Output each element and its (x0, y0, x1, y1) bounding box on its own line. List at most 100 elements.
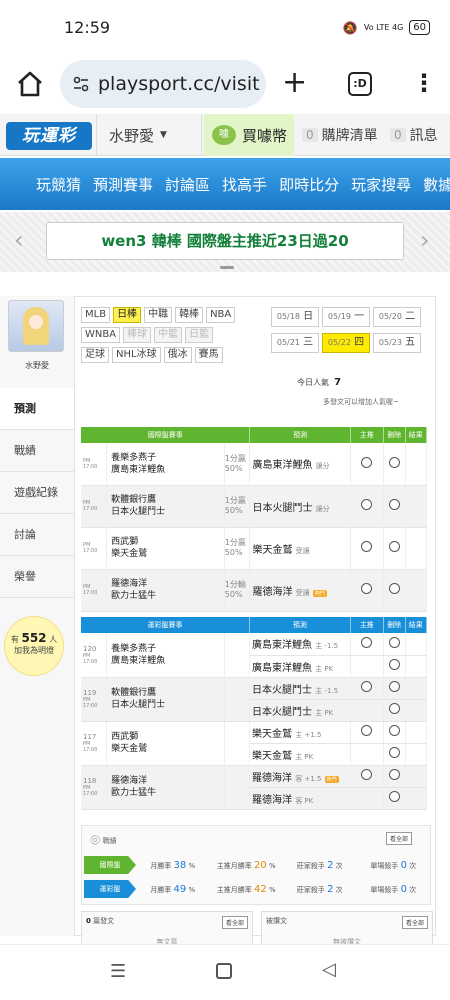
date-option[interactable]: 05/23 五 (373, 333, 421, 353)
site-logo[interactable]: 玩運彩 (6, 122, 92, 150)
home-nav-icon[interactable] (216, 963, 232, 979)
odds: 1分贏 50% (224, 443, 251, 486)
stat-cell: 莊家殺手 2 次 (296, 883, 343, 895)
result-cell (405, 527, 428, 570)
nav-item[interactable]: 數據 (423, 174, 450, 195)
game-time: 118 PM 17:00 (81, 765, 108, 810)
nav-item[interactable]: 討論區 (165, 174, 210, 195)
sidebar-item-predict[interactable]: 預測 (0, 388, 76, 430)
card-more-button[interactable]: 看全部 (401, 916, 428, 929)
date-option[interactable]: 05/20 二 (373, 307, 421, 327)
radio-button[interactable] (361, 636, 373, 648)
league-option[interactable]: 中職 (144, 307, 173, 323)
date-option[interactable]: 05/18 日 (271, 307, 319, 327)
new-tab-icon[interactable]: + (282, 68, 307, 98)
nav-item[interactable]: 預測賽事 (93, 174, 153, 195)
stats-badge: 運彩盤 (84, 880, 136, 898)
radio-button[interactable] (388, 583, 400, 594)
sidebar-item-record[interactable]: 戰績 (0, 430, 74, 472)
matchup: 軟體銀行鷹 日本火腿鬥士 (106, 485, 225, 528)
league-option[interactable]: NHL冰球 (112, 347, 161, 363)
url-text: playsport.cc/visit (98, 73, 260, 95)
radio-button[interactable] (361, 499, 373, 510)
cart-button[interactable]: 0 購牌清單 (296, 114, 384, 156)
matchup: 軟體銀行鷹 日本火腿鬥士 (106, 677, 225, 722)
date-option[interactable]: 05/19 一 (322, 307, 370, 327)
table-row: PM 17:00 軟體銀行鷹 日本火腿鬥士 1分贏 50% 日本火腿鬥士 讓分 (81, 485, 428, 528)
avatar[interactable] (8, 300, 64, 352)
league-option[interactable]: 足球 (81, 347, 109, 363)
radio-button[interactable] (388, 499, 400, 510)
matchup: 西武獅 樂天金鷲 (106, 527, 225, 570)
radio-button[interactable] (388, 681, 400, 692)
tab-switcher-icon[interactable]: :D (348, 72, 372, 96)
odds: 1分輸 50% (224, 569, 251, 612)
stat-cell: 單場殺手 0 次 (370, 883, 417, 895)
date-option[interactable]: 05/22 四 (322, 333, 370, 353)
announcement-text[interactable]: wen3 韓棒 國際盤主推近23日過20 (46, 222, 404, 260)
home-icon[interactable] (14, 68, 46, 100)
league-option[interactable]: 俄冰 (163, 347, 192, 363)
radio-button[interactable] (361, 583, 373, 594)
table-header: 結果 (405, 427, 428, 443)
chevron-right-icon[interactable]: › (420, 226, 430, 254)
radio-button[interactable] (388, 703, 400, 714)
nav-item[interactable]: 找高手 (222, 174, 267, 195)
radio-button[interactable] (388, 725, 400, 736)
league-option[interactable]: MLB (81, 307, 111, 323)
stat-cell: 月勝率 38 % (150, 859, 196, 871)
radio-button[interactable] (388, 636, 400, 648)
radio-button[interactable] (388, 659, 400, 670)
radio-button[interactable] (361, 456, 373, 468)
recent-apps-icon[interactable]: ☰ (110, 961, 126, 982)
table-header: 主推 (350, 427, 384, 443)
popularity-hint: 多發文可以增加人氣喔~ (323, 398, 399, 406)
stats-icon: ◎ (90, 832, 101, 846)
stat-cell: 月勝率 49 % (150, 883, 196, 895)
league-option[interactable]: 日棒 (113, 307, 142, 323)
league-option[interactable]: NBA (206, 307, 236, 323)
table-header: 主推 (350, 617, 384, 633)
hot-badge: 熱門 (324, 775, 339, 783)
site-settings-icon[interactable] (72, 75, 90, 93)
radio-button[interactable] (361, 541, 373, 552)
messages-button[interactable]: 0 訊息 (384, 114, 450, 156)
radio-button[interactable] (361, 681, 373, 692)
league-option[interactable]: 賽馬 (194, 347, 223, 363)
table-row: 120 PM 17:00 養樂多燕子 廣島東洋鯉魚 廣島東洋鯉魚 主 -1.5 (81, 633, 427, 678)
league-option[interactable]: WNBA (81, 327, 121, 343)
message-count: 0 (390, 128, 406, 142)
radio-button[interactable] (361, 769, 373, 780)
radio-button[interactable] (388, 769, 400, 780)
user-dropdown[interactable]: 水野愛 ▼ (96, 114, 202, 156)
date-option[interactable]: 05/21 三 (271, 333, 319, 353)
profile-sidebar: 水野愛 預測 戰績 遊戲紀錄 討論 榮譽 有 552 人 加我為明燈 (0, 296, 76, 936)
follow-bulb[interactable]: 有 552 人 加我為明燈 (4, 616, 64, 676)
sidebar-item-discuss[interactable]: 討論 (0, 514, 74, 556)
matchup: 西武獅 樂天金鷲 (106, 721, 225, 766)
nav-item[interactable]: 玩競猜 (36, 174, 81, 195)
menu-icon[interactable]: ⋮ (412, 70, 436, 96)
card-more-button[interactable]: 看全部 (221, 916, 248, 929)
radio-button[interactable] (361, 725, 373, 736)
stats-more-button[interactable]: 看全部 (386, 832, 413, 845)
stats-badge: 國際盤 (84, 856, 136, 874)
nav-item[interactable]: 玩家搜尋 (351, 174, 411, 195)
url-bar[interactable]: playsport.cc/visit (60, 60, 266, 108)
league-option[interactable]: 韓棒 (175, 307, 204, 323)
back-icon[interactable]: ◁ (322, 959, 336, 980)
cart-count: 0 (302, 128, 318, 142)
prediction: 樂天金鷲 主 PK (249, 743, 351, 766)
radio-button[interactable] (388, 747, 400, 758)
popularity: 今日人氣 7 (297, 377, 342, 388)
sidebar-item-honor[interactable]: 榮譽 (0, 556, 74, 598)
radio-button[interactable] (388, 541, 400, 552)
radio-button[interactable] (388, 456, 400, 468)
chevron-left-icon[interactable]: ‹ (14, 226, 24, 254)
stats-row: 運彩盤 月勝率 49 % 主推月勝率 42 % 莊家殺手 2 次 單場殺手 0 次 (84, 880, 430, 898)
sidebar-item-game-log[interactable]: 遊戲紀錄 (0, 472, 74, 514)
radio-button[interactable] (388, 791, 400, 802)
table-header: 國際盤賽事 (81, 427, 251, 443)
buy-coins-button[interactable]: 噱 買噱幣 (204, 114, 294, 156)
nav-item[interactable]: 即時比分 (279, 174, 339, 195)
